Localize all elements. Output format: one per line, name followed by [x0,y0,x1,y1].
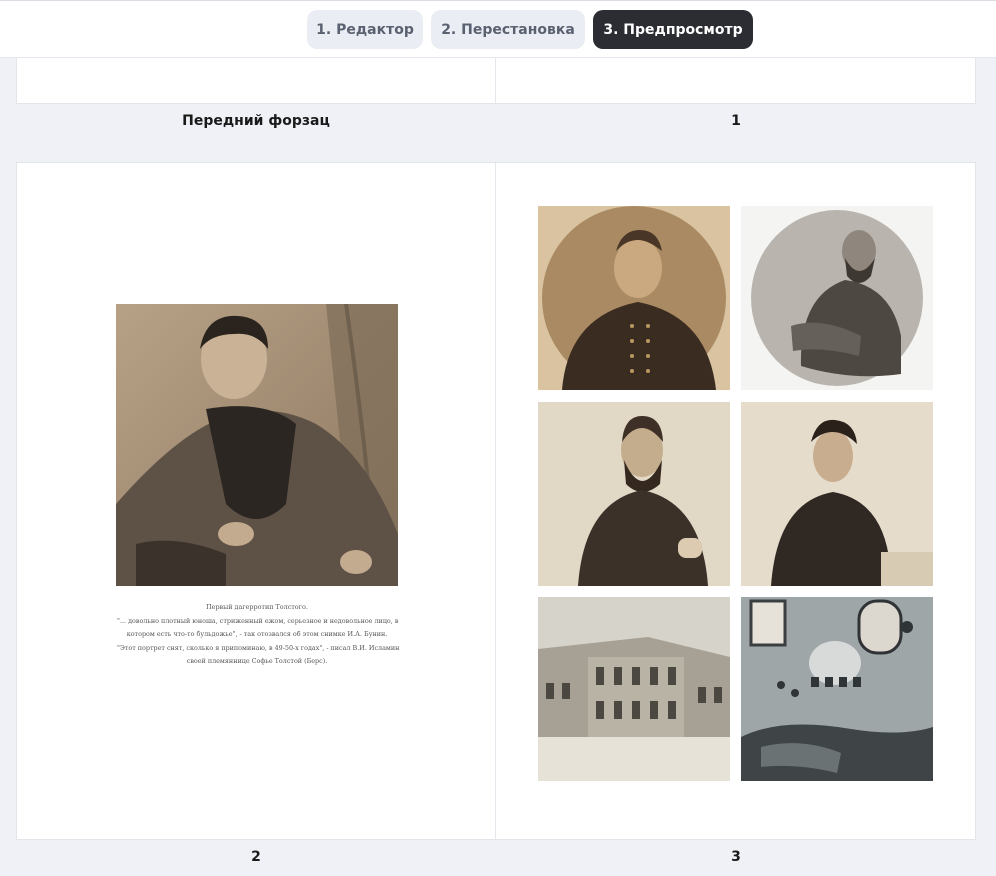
photo-tolstoy-bearded[interactable] [538,402,730,586]
spread-front-endpaper [16,58,976,104]
portrait-photo-young-tolstoy[interactable] [116,304,398,586]
tab-rearrange[interactable]: 2. Перестановка [431,10,585,49]
photo-room-interior[interactable] [741,597,933,781]
page-label-2: 2 [251,849,261,865]
spread-divider [495,163,496,839]
caption-line: "... довольно плотный юноша, стриженный … [117,616,399,625]
portrait-caption: Первый дагерротип Толстого. "... довольн… [117,601,400,669]
spread-pages-2-3: Первый дагерротип Толстого. "... довольн… [16,162,976,840]
photo-historic-building[interactable] [538,597,730,781]
caption-line: "Этот портрет снят, сколько я припоминаю… [117,643,400,652]
step-tabs-bar: 1. Редактор 2. Перестановка 3. Предпросм… [0,0,996,58]
photo-tolstoy-seated-oval[interactable] [741,206,933,390]
photo-sofia-tolstaya[interactable] [741,402,933,586]
page-label-front-endpaper: Передний форзац [182,113,330,129]
photo-tolstoy-uniform[interactable] [538,206,730,390]
spread-divider [495,58,496,103]
caption-line: Первый дагерротип Толстого. [206,603,308,611]
caption-line: котором есть что-то бульдожье", - так от… [126,630,388,638]
caption-line: своей племяннице Софье Толстой (Берс). [186,657,328,665]
page-label-1: 1 [731,113,741,129]
tab-editor[interactable]: 1. Редактор [307,10,423,49]
tab-preview[interactable]: 3. Предпросмотр [593,10,753,49]
page-label-3: 3 [731,849,741,865]
